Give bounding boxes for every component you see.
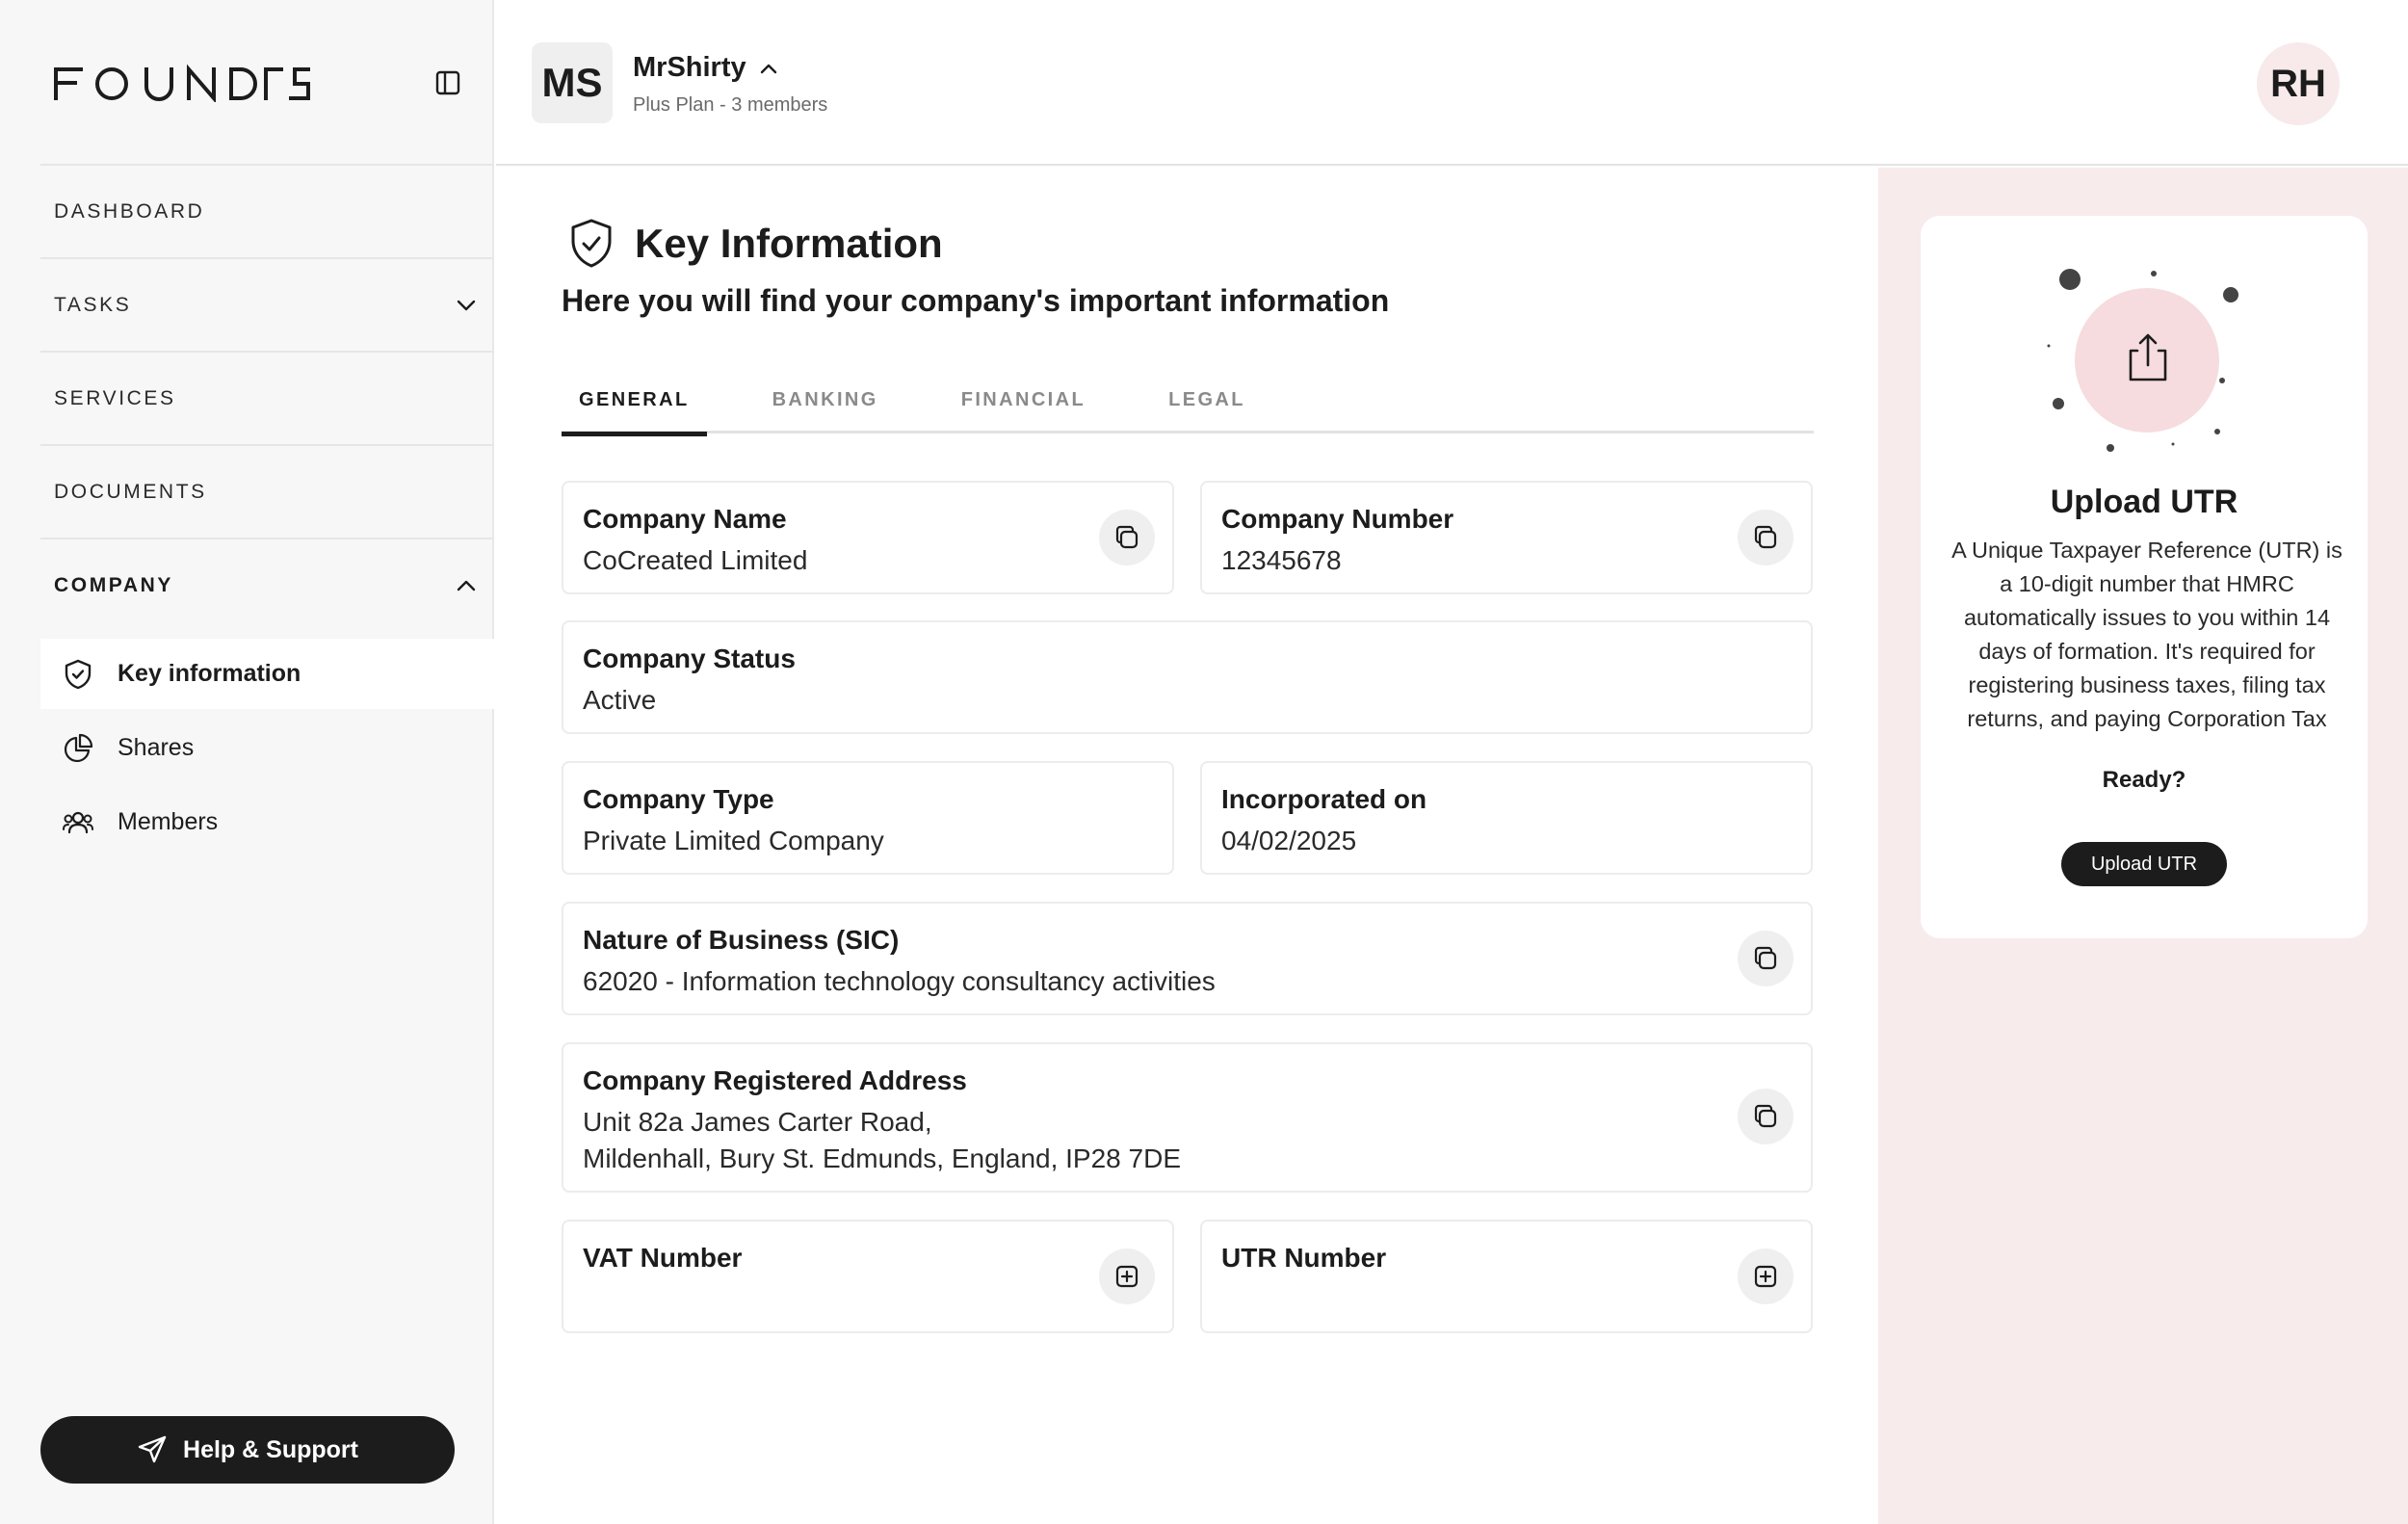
copy-button[interactable] <box>1099 510 1155 565</box>
company-type-card: Company Type Private Limited Company <box>562 761 1174 875</box>
sidebar: DASHBOARD TASKS SERVICES DOCUMENTS COMPA… <box>0 0 494 1524</box>
nav-item-company[interactable]: COMPANY <box>40 538 494 631</box>
nature-of-business-card: Nature of Business (SIC) 62020 - Informa… <box>562 902 1813 1015</box>
company-number-card: Company Number 12345678 <box>1200 481 1813 594</box>
field-label: Company Type <box>583 784 774 814</box>
field-value: 12345678 <box>1221 545 1342 575</box>
upload-utr-card: Upload UTR A Unique Taxpayer Reference (… <box>1921 216 2368 938</box>
sidebar-item-label: Members <box>118 808 219 835</box>
add-utr-button[interactable] <box>1738 1248 1793 1304</box>
field-value: CoCreated Limited <box>583 545 808 575</box>
user-avatar[interactable]: RH <box>2257 42 2340 125</box>
page-title: Key Information <box>567 218 943 270</box>
nav-item-label: SERVICES <box>54 386 176 409</box>
sidebar-item-members[interactable]: Members <box>40 787 494 857</box>
top-header: MS MrShirty Plus Plan - 3 members RH <box>496 0 2408 166</box>
field-label: Incorporated on <box>1221 784 1427 814</box>
chevron-down-icon <box>457 300 476 310</box>
upload-illustration <box>2047 269 2238 452</box>
tab-banking[interactable]: BANKING <box>755 366 896 434</box>
right-panel: Upload UTR A Unique Taxpayer Reference (… <box>1878 168 2408 1524</box>
shield-check-icon <box>65 659 92 689</box>
nav-item-documents[interactable]: DOCUMENTS <box>40 444 494 538</box>
org-switcher[interactable]: MrShirty <box>633 52 779 84</box>
field-label: Company Status <box>583 644 796 673</box>
field-value: 04/02/2025 <box>1221 826 1357 855</box>
field-label: Company Name <box>583 504 787 534</box>
field-label: UTR Number <box>1221 1243 1387 1273</box>
registered-address-card: Company Registered Address Unit 82a Jame… <box>562 1042 1813 1193</box>
sidebar-item-label: Key information <box>118 660 301 687</box>
sidebar-item-label: Shares <box>118 734 195 761</box>
nav-item-label: COMPANY <box>54 573 173 596</box>
address-line-2: Mildenhall, Bury St. Edmunds, England, I… <box>583 1143 1182 1173</box>
add-vat-button[interactable] <box>1099 1248 1155 1304</box>
field-value: 62020 - Information technology consultan… <box>583 966 1216 996</box>
copy-icon <box>1115 525 1139 549</box>
org-name: MrShirty <box>633 52 746 83</box>
tab-general[interactable]: GENERAL <box>562 366 707 436</box>
upload-utr-title: Upload UTR <box>2050 484 2238 520</box>
field-label: Company Number <box>1221 504 1454 534</box>
vat-number-card: VAT Number <box>562 1220 1174 1333</box>
nav-item-dashboard[interactable]: DASHBOARD <box>40 164 494 257</box>
foundrs-logo <box>54 64 310 102</box>
incorporated-on-card: Incorporated on 04/02/2025 <box>1200 761 1813 875</box>
utr-number-card: UTR Number <box>1200 1220 1813 1333</box>
page-title-text: Key Information <box>635 221 943 266</box>
copy-icon <box>1754 525 1777 549</box>
nav-item-services[interactable]: SERVICES <box>40 351 494 444</box>
sidebar-toggle-icon[interactable] <box>432 67 463 98</box>
company-submenu: Key information Shares Members <box>40 639 494 857</box>
help-support-label: Help & Support <box>183 1435 358 1463</box>
org-plan: Plus Plan - 3 members <box>633 94 828 116</box>
address-line-1: Unit 82a James Carter Road, <box>583 1107 932 1137</box>
info-tabs: GENERAL BANKING FINANCIAL LEGAL <box>562 366 1814 436</box>
add-square-icon <box>1754 1265 1777 1288</box>
copy-icon <box>1754 946 1777 970</box>
nav-item-label: DOCUMENTS <box>54 480 207 503</box>
field-value: Active <box>583 685 657 715</box>
copy-button[interactable] <box>1738 1089 1793 1144</box>
nav-item-label: TASKS <box>54 293 132 316</box>
upload-utr-ready: Ready? <box>2102 767 2186 793</box>
upload-utr-description: A Unique Taxpayer Reference (UTR) is a 1… <box>1951 538 2343 731</box>
company-status-card: Company Status Active <box>562 620 1813 734</box>
app-root: DASHBOARD TASKS SERVICES DOCUMENTS COMPA… <box>0 0 2408 1524</box>
pie-chart-icon <box>64 733 93 762</box>
help-support-button[interactable]: Help & Support <box>40 1416 455 1484</box>
nav-item-label: DASHBOARD <box>54 199 205 223</box>
sidebar-nav: DASHBOARD TASKS SERVICES DOCUMENTS COMPA… <box>40 164 494 861</box>
field-label: VAT Number <box>583 1243 743 1273</box>
tab-financial[interactable]: FINANCIAL <box>944 366 1103 434</box>
sidebar-item-shares[interactable]: Shares <box>40 713 494 783</box>
company-name-card: Company Name CoCreated Limited <box>562 481 1174 594</box>
users-icon <box>63 811 93 833</box>
copy-button[interactable] <box>1738 931 1793 986</box>
sidebar-item-key-information[interactable]: Key information <box>40 639 494 709</box>
field-label: Company Registered Address <box>583 1065 967 1095</box>
main-content: Key Information Here you will find your … <box>496 168 1878 1524</box>
send-icon <box>138 1435 167 1463</box>
org-avatar: MS <box>532 42 613 123</box>
field-label: Nature of Business (SIC) <box>583 925 900 955</box>
page-subtitle: Here you will find your company's import… <box>562 283 1390 318</box>
add-square-icon <box>1115 1265 1139 1288</box>
chevron-up-icon <box>760 64 776 73</box>
shield-check-icon <box>571 219 612 268</box>
upload-utr-button[interactable]: Upload UTR <box>2061 842 2227 886</box>
chevron-up-icon <box>457 580 476 591</box>
nav-item-tasks[interactable]: TASKS <box>40 257 494 351</box>
copy-button[interactable] <box>1738 510 1793 565</box>
tab-legal[interactable]: LEGAL <box>1151 366 1263 434</box>
copy-icon <box>1754 1104 1777 1128</box>
field-value: Private Limited Company <box>583 826 884 855</box>
